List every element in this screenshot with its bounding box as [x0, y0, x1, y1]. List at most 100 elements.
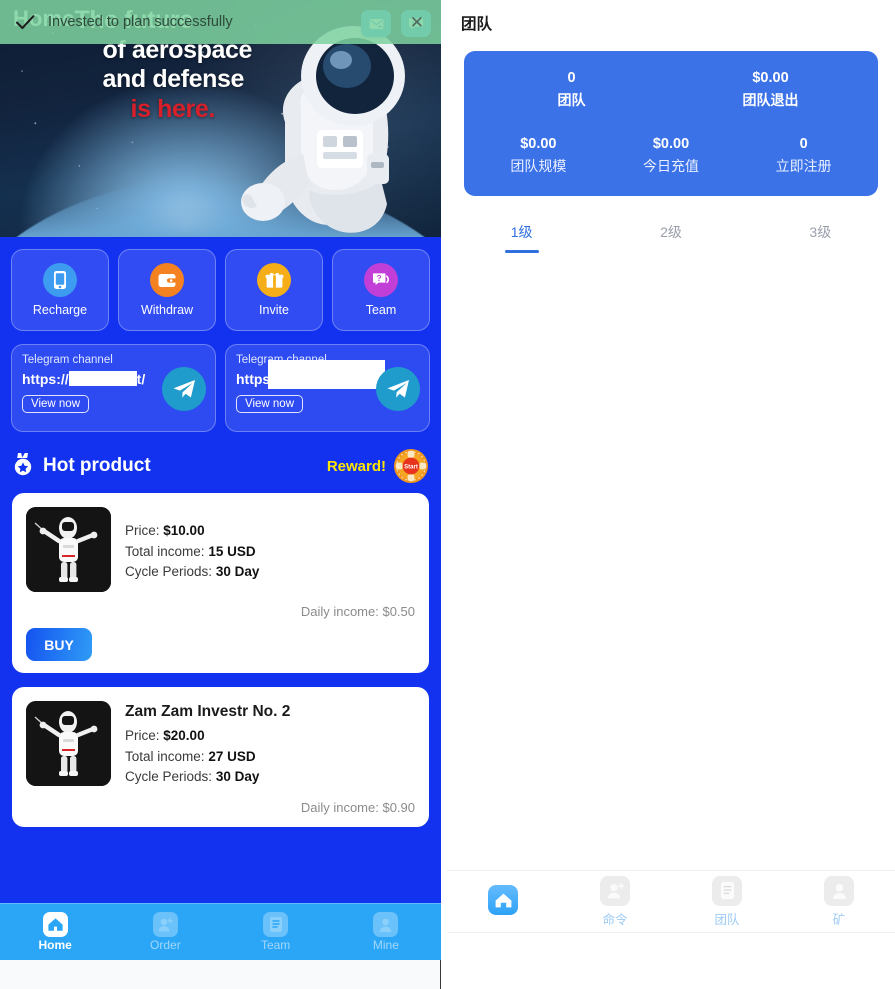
cycle-value: 30 Day	[215, 564, 260, 580]
quick-action-label: Team	[365, 303, 397, 317]
telegram-icon	[162, 367, 206, 411]
income-label: Total income:	[125, 543, 205, 559]
telegram-view-now-button[interactable]: View now	[22, 395, 90, 413]
left-bottom-nav: Home Order Team Mine	[0, 903, 441, 960]
quick-action-recharge[interactable]: Recharge	[11, 249, 109, 331]
quick-action-label: Withdraw	[140, 303, 194, 317]
team-stats-top-row: 0 团队 $0.00 团队退出	[472, 68, 870, 111]
product-top-row: Zam Zam Investr No. 2 Price: $20.00 Tota…	[26, 701, 415, 788]
telegram-url-prefix: https://	[22, 370, 69, 387]
team-stats-bottom-row: $0.00 团队规模 $0.00 今日充值 0 立即注册	[472, 134, 870, 177]
start-wheel-icon[interactable]: Start	[393, 448, 429, 484]
stat-label: 团队	[557, 91, 586, 108]
user-icon	[824, 875, 854, 906]
product-card[interactable]: Price: $10.00 Total income: 15 USD Cycle…	[12, 493, 429, 673]
stat-value: 0	[567, 70, 576, 86]
telegram-cards-row: Telegram channel https:// t/ View now Te…	[0, 331, 441, 432]
stat-label: 今日充值	[643, 157, 699, 174]
telegram-card-2[interactable]: Telegram channel https View now	[225, 344, 430, 432]
hot-product-header: Hot product Reward! Start	[0, 432, 441, 493]
stat-today-recharge: $0.00 今日充值	[605, 134, 738, 177]
hero-line-3: and defense	[102, 65, 245, 93]
nav-label: Order	[150, 938, 181, 952]
stat-label: 团队规模	[510, 157, 567, 174]
product-price-line: Price: $20.00	[125, 726, 415, 747]
close-icon[interactable]: ✕	[407, 10, 427, 35]
quick-action-label: Recharge	[32, 303, 88, 317]
quick-action-invite[interactable]: Invite	[225, 249, 323, 331]
stat-team-count: 0 团队	[472, 68, 671, 111]
product-info: Price: $10.00 Total income: 15 USD Cycle…	[125, 507, 415, 592]
tab-label: 2级	[660, 223, 682, 240]
app-screenshot: Home The future of aerospace and defense…	[0, 0, 895, 989]
gift-icon	[257, 263, 291, 297]
nav-item-home[interactable]: Home	[0, 912, 110, 952]
telegram-url-suffix: t/	[136, 370, 146, 387]
nav-label: 团队	[714, 912, 740, 927]
toast-message: Invested to plan successfully	[48, 14, 233, 30]
product-price-line: Price: $10.00	[125, 521, 415, 542]
price-value: $10.00	[163, 523, 205, 538]
product-daily-income: Daily income: $0.50	[300, 604, 415, 619]
nav-item-command[interactable]: 命令	[559, 875, 671, 928]
nav-item-team[interactable]: Team	[221, 912, 331, 952]
phone-icon	[43, 263, 77, 297]
page-title: 团队	[461, 16, 493, 33]
telegram-icon	[376, 367, 420, 411]
cycle-label: Cycle Periods:	[125, 564, 213, 580]
tab-level-3[interactable]: 3级	[746, 216, 895, 254]
income-value: 27 USD	[208, 748, 256, 764]
telegram-card-1[interactable]: Telegram channel https:// t/ View now	[11, 344, 216, 432]
quick-action-team[interactable]: ? Team	[332, 249, 430, 331]
stat-value: 0	[799, 135, 808, 152]
stat-register-now: 0 立即注册	[737, 134, 870, 177]
medal-star-icon	[12, 452, 34, 481]
nav-label: Mine	[372, 938, 399, 952]
home-icon	[488, 885, 518, 915]
tab-level-2[interactable]: 2级	[596, 216, 745, 254]
hot-product-title: Hot product	[43, 455, 151, 476]
stat-label: 团队退出	[742, 91, 799, 108]
buy-button[interactable]: BUY	[26, 628, 92, 661]
hero-line-4: is here.	[130, 94, 216, 123]
product-name: Zam Zam Investr No. 2	[125, 703, 291, 720]
left-app-panel: Home The future of aerospace and defense…	[0, 0, 441, 960]
tab-label: 3级	[809, 223, 832, 240]
nav-item-mine[interactable]: Mine	[331, 912, 441, 952]
nav-item-home[interactable]	[447, 885, 559, 918]
product-image	[26, 507, 111, 592]
quick-actions-row: Recharge Withdraw Invite ? Team	[0, 237, 441, 331]
product-income-line: Total income: 27 USD	[125, 747, 415, 768]
product-income-line: Total income: 15 USD	[125, 542, 415, 563]
nav-item-team[interactable]: 团队	[671, 875, 783, 928]
price-value: $20.00	[163, 728, 205, 743]
product-info: Zam Zam Investr No. 2 Price: $20.00 Tota…	[125, 701, 415, 788]
income-label: Total income:	[125, 748, 205, 764]
stat-team-size: $0.00 团队规模	[472, 134, 605, 177]
price-label: Price:	[125, 728, 160, 743]
right-bottom-nav: 命令 团队 矿	[447, 870, 895, 933]
quick-action-withdraw[interactable]: Withdraw	[118, 249, 216, 331]
product-top-row: Price: $10.00 Total income: 15 USD Cycle…	[26, 507, 415, 592]
stat-value: $0.00	[652, 135, 690, 152]
document-icon	[712, 875, 742, 906]
nav-item-order[interactable]: Order	[110, 912, 220, 952]
toast-notification: Invested to plan successfully ✕	[0, 0, 441, 44]
product-card[interactable]: Zam Zam Investr No. 2 Price: $20.00 Tota…	[12, 687, 429, 827]
panel-divider	[440, 960, 441, 989]
telegram-card-title: Telegram channel	[22, 354, 113, 366]
quick-action-label: Invite	[259, 303, 289, 317]
check-icon	[14, 11, 36, 33]
document-icon	[263, 912, 289, 937]
cycle-value: 30 Day	[215, 769, 260, 785]
redacted-url-block	[268, 360, 386, 389]
nav-item-mine[interactable]: 矿	[783, 875, 895, 928]
telegram-view-now-button[interactable]: View now	[236, 395, 304, 413]
product-cycle-line: Cycle Periods: 30 Day	[125, 562, 415, 583]
stat-label: 立即注册	[775, 157, 832, 174]
tab-level-1[interactable]: 1级	[447, 216, 596, 253]
nav-label: Home	[38, 938, 72, 952]
price-label: Price:	[125, 523, 160, 538]
level-tabs: 1级 2级 3级	[447, 216, 895, 254]
left-bottom-strip	[0, 960, 441, 989]
